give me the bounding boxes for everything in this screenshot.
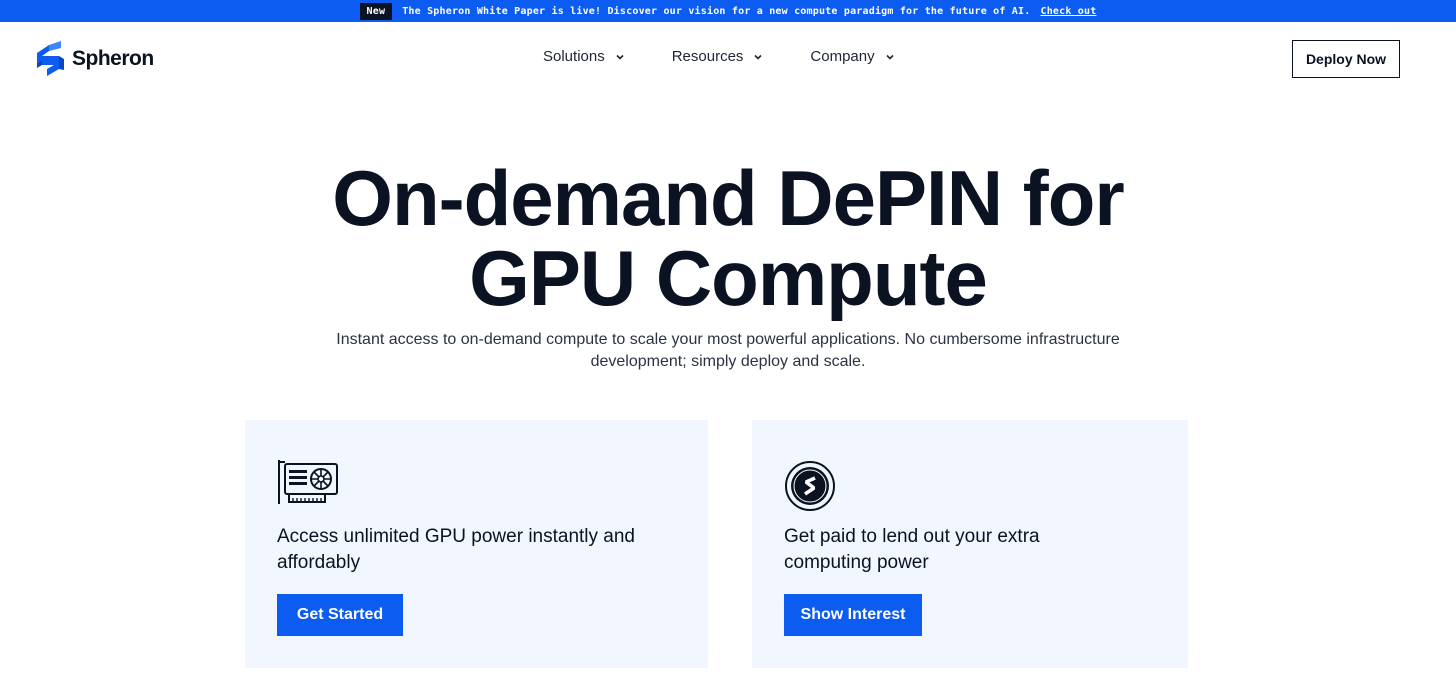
hero-subtitle: Instant access to on-demand compute to s… xyxy=(300,329,1156,373)
spheron-coin-icon xyxy=(785,461,835,511)
chevron-down-icon xyxy=(616,54,624,60)
hero-title-line-1: On-demand DePIN for xyxy=(332,154,1124,242)
nav-label: Solutions xyxy=(543,48,605,65)
gpu-card-text-line-2: affordably xyxy=(277,552,361,573)
nav-company[interactable]: Company xyxy=(810,48,894,65)
spheron-logo-icon xyxy=(37,41,64,76)
deploy-now-button[interactable]: Deploy Now xyxy=(1292,40,1400,78)
chevron-down-icon xyxy=(886,54,894,60)
site-header: Spheron Solutions Resources Company Depl… xyxy=(0,22,1456,98)
chevron-down-icon xyxy=(754,54,762,60)
nav-resources[interactable]: Resources xyxy=(672,48,764,65)
hero-subtitle-line-2: development; simply deploy and scale. xyxy=(590,353,866,370)
gpu-card-text: Access unlimited GPU power instantly and… xyxy=(277,524,677,576)
show-interest-button[interactable]: Show Interest xyxy=(784,594,922,636)
check-out-link[interactable]: Check out xyxy=(1040,6,1096,17)
hero-subtitle-line-1: Instant access to on-demand compute to s… xyxy=(336,331,1120,348)
hero-title: On-demand DePIN for GPU Compute xyxy=(0,158,1456,318)
new-badge: New xyxy=(359,2,393,20)
nav-solutions[interactable]: Solutions xyxy=(543,48,625,65)
nav-label: Company xyxy=(810,48,875,65)
spheron-logo[interactable]: Spheron xyxy=(33,39,154,79)
announcement-message: The Spheron White Paper is live! Discove… xyxy=(402,5,1031,17)
lend-card-text: Get paid to lend out your extra computin… xyxy=(784,524,1184,576)
gpu-card-text-line-1: Access unlimited GPU power instantly and xyxy=(277,526,635,547)
lend-compute-card: Get paid to lend out your extra computin… xyxy=(752,420,1188,668)
main-nav: Solutions Resources Company xyxy=(543,48,942,65)
announcement-bar: New The Spheron White Paper is live! Dis… xyxy=(0,0,1456,22)
logo-text: Spheron xyxy=(72,47,154,70)
get-started-button[interactable]: Get Started xyxy=(277,594,403,636)
hero-title-line-2: GPU Compute xyxy=(469,234,988,322)
lend-card-text-line-1: Get paid to lend out your extra xyxy=(784,526,1040,547)
lend-card-text-line-2: computing power xyxy=(784,552,929,573)
gpu-card-icon xyxy=(278,460,338,504)
gpu-access-card: Access unlimited GPU power instantly and… xyxy=(245,420,708,668)
nav-label: Resources xyxy=(671,48,744,65)
